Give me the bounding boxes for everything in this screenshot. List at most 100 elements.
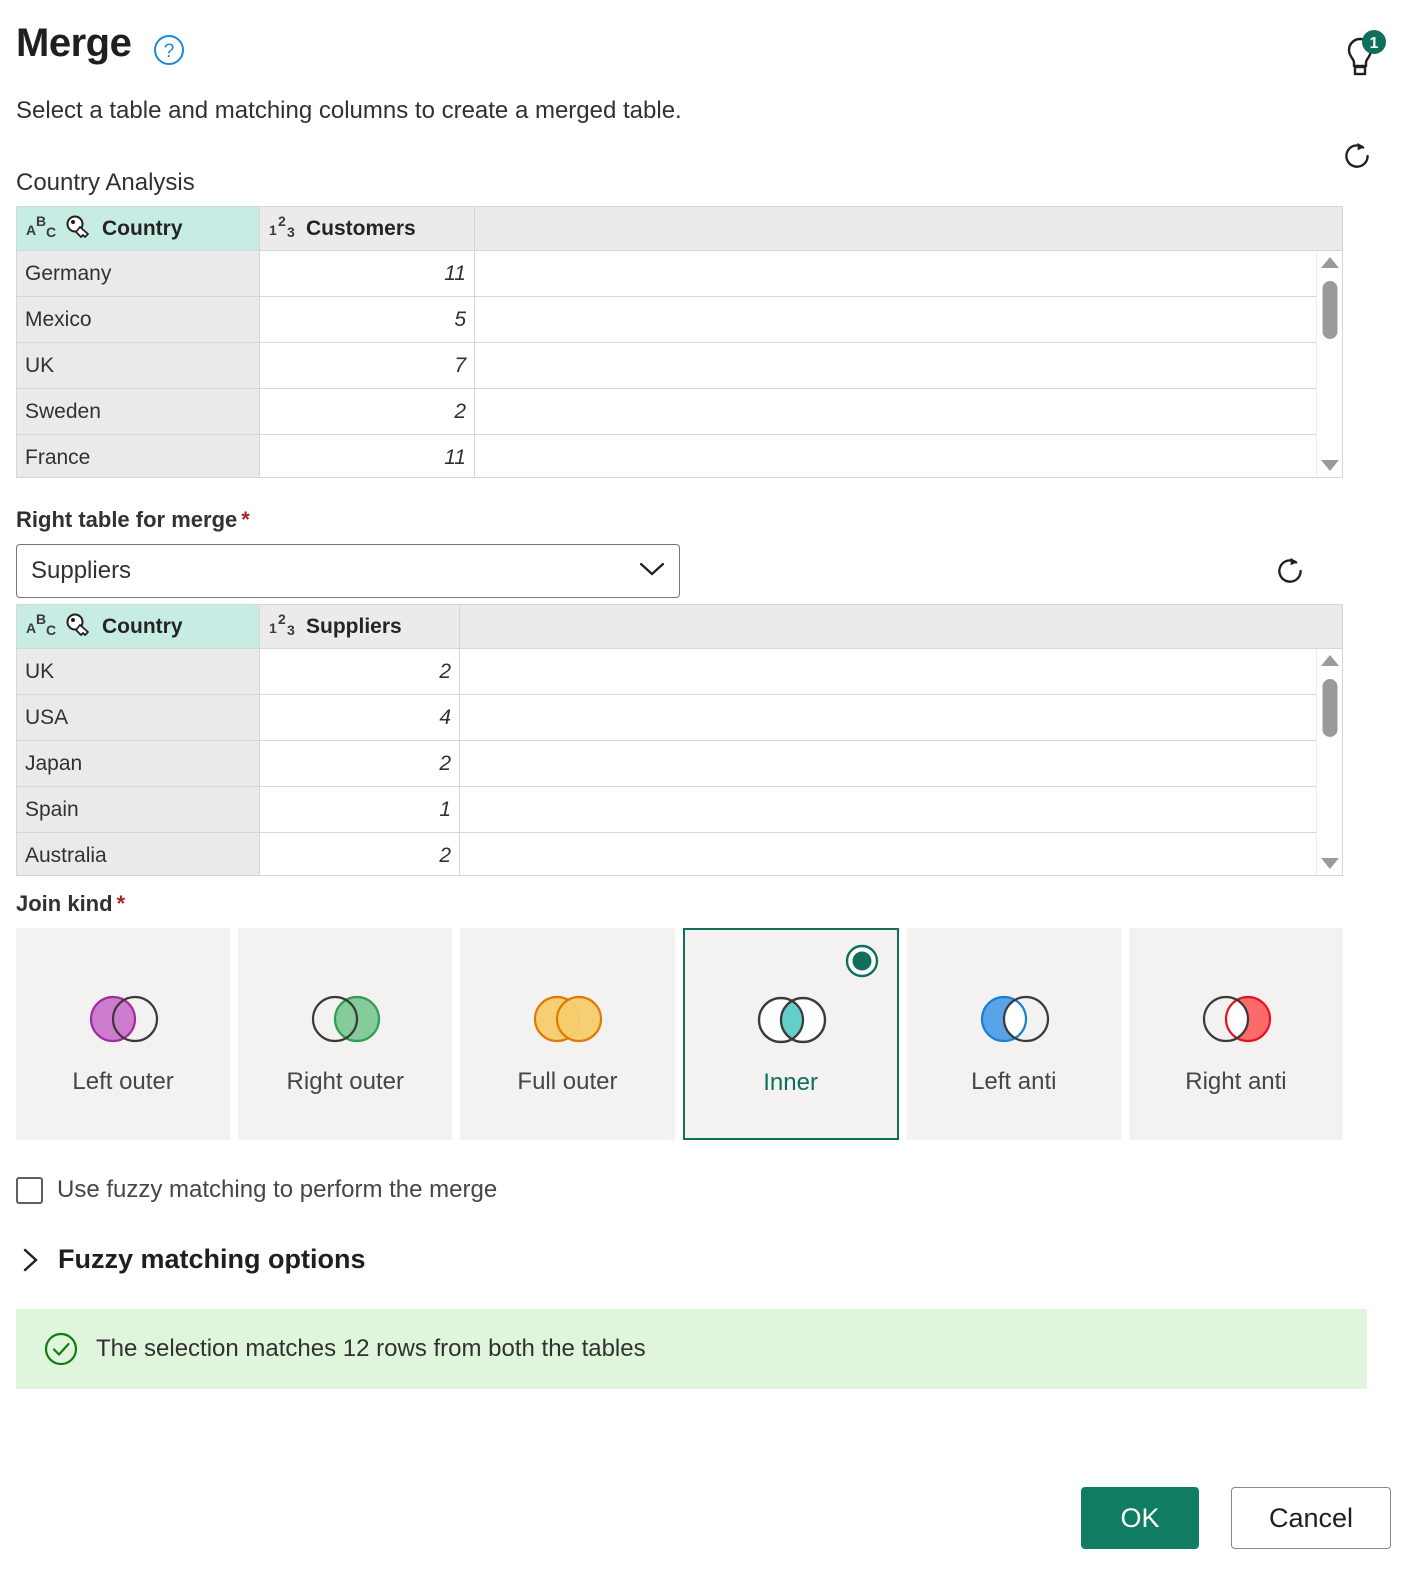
table-row[interactable]: Australia 2 — [17, 833, 1342, 876]
table-row[interactable]: UK 7 — [17, 343, 1342, 389]
scroll-up-arrow-icon[interactable] — [1321, 257, 1339, 268]
lightbulb-icon: 1 — [1333, 30, 1389, 84]
table-row[interactable]: Germany 11 — [17, 251, 1342, 297]
ok-button[interactable]: OK — [1081, 1487, 1199, 1549]
left-table-header-row: A B C Country — [17, 207, 1342, 251]
svg-text:B: B — [36, 611, 46, 627]
cell-customers: 2 — [260, 389, 475, 435]
scrollbar-thumb[interactable] — [1322, 281, 1337, 339]
venn-right-anti-icon — [1188, 991, 1284, 1047]
cell-customers: 11 — [260, 251, 475, 297]
scroll-down-arrow-icon[interactable] — [1321, 460, 1339, 471]
fuzzy-matching-checkbox-label: Use fuzzy matching to perform the merge — [57, 1176, 497, 1204]
left-header-filler — [475, 207, 1342, 250]
right-col-header-country[interactable]: A B C Country — [17, 605, 260, 648]
join-kind-label: Join kind* — [16, 890, 1391, 918]
cell-country: Spain — [17, 787, 260, 833]
cell-country: Australia — [17, 833, 260, 876]
table-row[interactable]: Sweden 2 — [17, 389, 1342, 435]
join-option-right-anti[interactable]: Right anti — [1129, 928, 1343, 1140]
123-number-type-icon: 1 2 3 — [268, 611, 302, 643]
table-row[interactable]: USA 4 — [17, 695, 1342, 741]
join-option-full-outer-label: Full outer — [517, 1065, 617, 1099]
tips-button[interactable]: 1 — [1333, 30, 1389, 84]
cell-blank — [475, 297, 1342, 343]
join-option-right-outer[interactable]: Right outer — [238, 928, 452, 1140]
right-header-filler — [460, 605, 1342, 648]
cell-blank — [460, 741, 1342, 787]
venn-left-outer-icon — [75, 991, 171, 1047]
venn-left-anti-icon — [966, 991, 1062, 1047]
right-table-refresh-button[interactable] — [1268, 549, 1312, 593]
table-row[interactable]: Mexico 5 — [17, 297, 1342, 343]
question-circle-icon[interactable]: ? — [153, 34, 185, 66]
cell-blank — [460, 787, 1342, 833]
svg-text:C: C — [46, 224, 56, 239]
abc-text-type-icon: A B C — [25, 213, 59, 245]
required-marker: * — [241, 507, 250, 532]
join-option-right-anti-label: Right anti — [1185, 1065, 1286, 1099]
join-option-left-anti-label: Left anti — [971, 1065, 1056, 1099]
chevron-down-icon — [639, 561, 665, 582]
left-col-header-country[interactable]: A B C Country — [17, 207, 260, 250]
scroll-down-arrow-icon[interactable] — [1321, 858, 1339, 869]
right-table-header-row: A B C Country — [17, 605, 1342, 649]
cell-suppliers: 1 — [260, 787, 460, 833]
cell-customers: 11 — [260, 435, 475, 478]
cell-customers: 5 — [260, 297, 475, 343]
join-option-left-outer[interactable]: Left outer — [16, 928, 230, 1140]
venn-right-outer-icon — [297, 991, 393, 1047]
join-option-left-anti[interactable]: Left anti — [907, 928, 1121, 1140]
scrollbar-thumb[interactable] — [1322, 679, 1337, 737]
table-row[interactable]: Japan 2 — [17, 741, 1342, 787]
svg-text:A: A — [26, 222, 36, 238]
fuzzy-matching-options-expander[interactable]: Fuzzy matching options — [16, 1244, 1391, 1275]
svg-text:3: 3 — [287, 622, 295, 637]
left-table-caption: Country Analysis — [16, 168, 1391, 198]
left-table-preview: A B C Country — [16, 206, 1343, 478]
right-col-header-suppliers[interactable]: 1 2 3 Suppliers — [260, 605, 460, 648]
cell-customers: 7 — [260, 343, 475, 389]
tips-badge-count: 1 — [1370, 35, 1379, 52]
table-row[interactable]: Spain 1 — [17, 787, 1342, 833]
status-message-bar: The selection matches 12 rows from both … — [16, 1309, 1367, 1389]
join-option-inner[interactable]: Inner — [683, 928, 899, 1140]
left-table-scrollbar[interactable] — [1316, 251, 1342, 477]
cancel-button[interactable]: Cancel — [1231, 1487, 1391, 1549]
cell-blank — [460, 833, 1342, 876]
right-table-scrollbar[interactable] — [1316, 649, 1342, 875]
right-col-header-suppliers-label: Suppliers — [306, 615, 402, 639]
123-number-type-icon: 1 2 3 — [268, 213, 302, 245]
dialog-header: Merge ? 1 — [16, 0, 1391, 84]
right-table-dropdown[interactable]: Suppliers — [16, 544, 680, 598]
cell-suppliers: 2 — [260, 741, 460, 787]
check-circle-icon — [44, 1332, 78, 1366]
cell-country: UK — [17, 649, 260, 695]
svg-text:A: A — [26, 620, 36, 636]
cell-country: Germany — [17, 251, 260, 297]
left-col-header-customers[interactable]: 1 2 3 Customers — [260, 207, 475, 250]
scroll-up-arrow-icon[interactable] — [1321, 655, 1339, 666]
dialog-footer: OK Cancel — [1081, 1487, 1391, 1549]
cell-country: UK — [17, 343, 260, 389]
svg-text:B: B — [36, 213, 46, 229]
svg-text:3: 3 — [287, 224, 295, 239]
table-row[interactable]: France 11 — [17, 435, 1342, 478]
svg-text:1: 1 — [269, 222, 277, 238]
right-col-header-country-label: Country — [102, 615, 183, 639]
join-option-full-outer[interactable]: Full outer — [460, 928, 674, 1140]
table-row[interactable]: UK 2 — [17, 649, 1342, 695]
fuzzy-matching-checkbox-row[interactable]: Use fuzzy matching to perform the merge — [16, 1176, 1391, 1204]
cell-suppliers: 4 — [260, 695, 460, 741]
key-icon — [65, 214, 95, 244]
required-marker: * — [117, 891, 126, 916]
svg-text:2: 2 — [278, 611, 286, 627]
key-icon — [65, 612, 95, 642]
merge-dialog: Merge ? 1 Select a table and matching co… — [0, 0, 1407, 1593]
left-table-preview-holder: A B C Country — [16, 206, 1391, 478]
left-table-refresh-button[interactable] — [1335, 134, 1379, 178]
fuzzy-matching-checkbox[interactable] — [16, 1177, 43, 1204]
refresh-icon — [1273, 554, 1307, 588]
right-table-field-label: Right table for merge* — [16, 506, 1391, 534]
left-col-header-customers-label: Customers — [306, 217, 416, 241]
